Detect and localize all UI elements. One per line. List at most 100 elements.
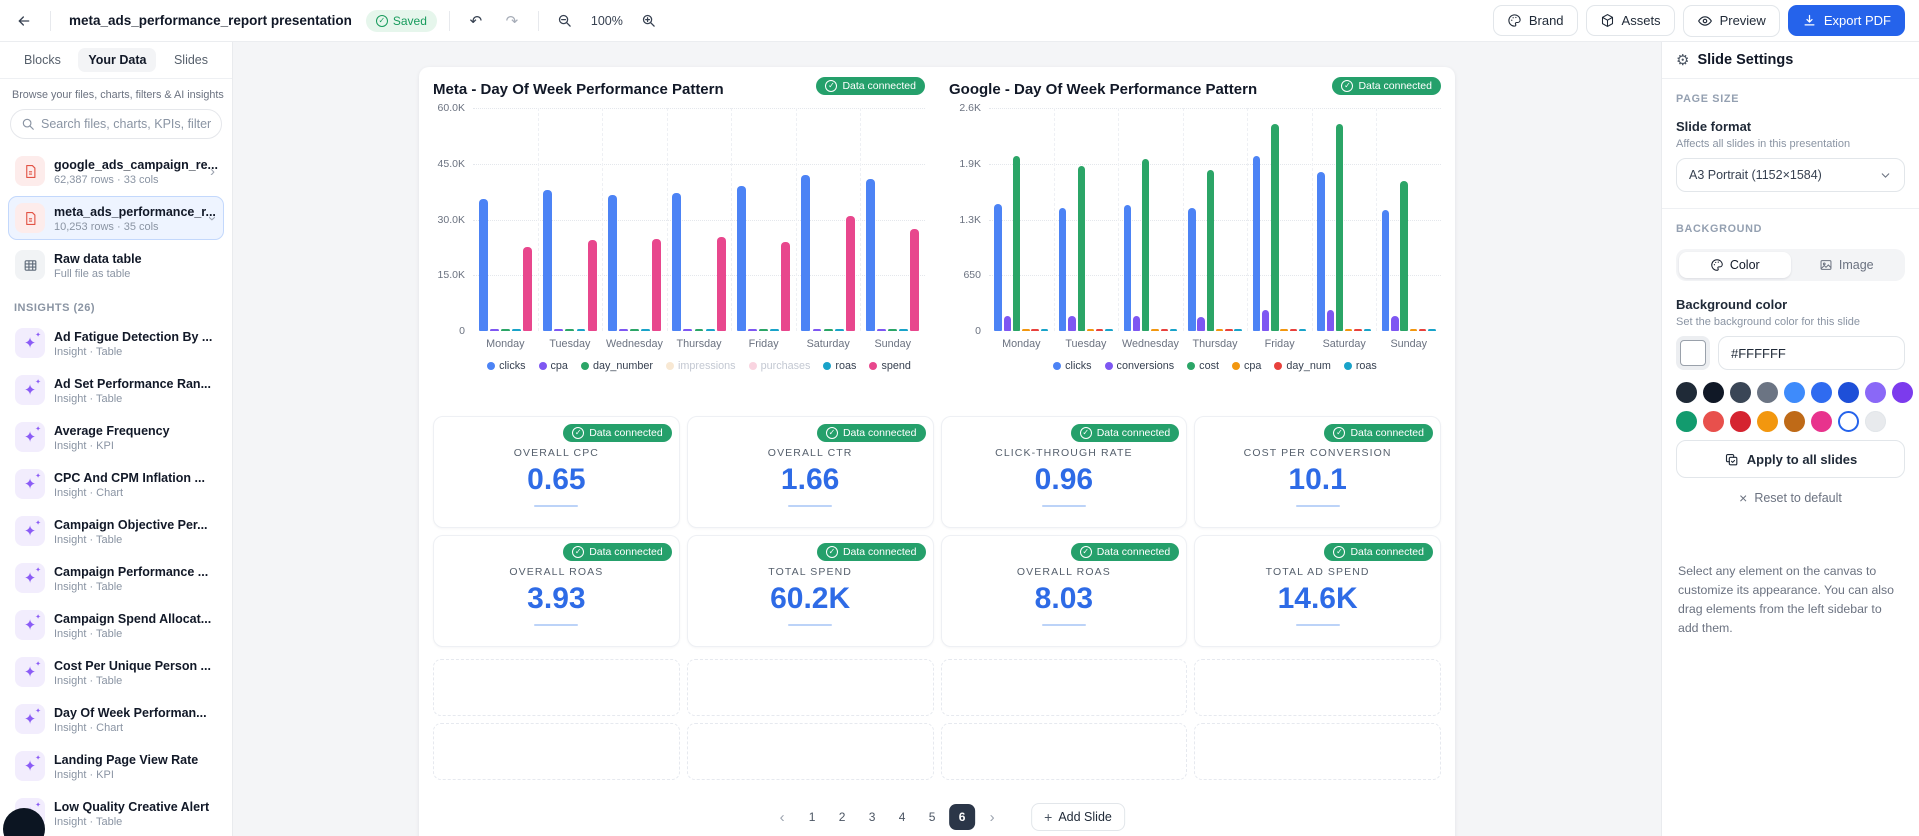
- kpi-card[interactable]: ✓ Data connected OVERALL CPC 0.65: [433, 416, 680, 528]
- bar-clicks[interactable]: [672, 193, 682, 331]
- kpi-card[interactable]: ✓ Data connected TOTAL AD SPEND 14.6K: [1194, 535, 1441, 647]
- undo-button[interactable]: ↶: [462, 7, 490, 35]
- empty-cell[interactable]: [686, 723, 934, 780]
- bar-clicks[interactable]: [607, 195, 617, 331]
- bar-conversions[interactable]: [1132, 315, 1141, 331]
- legend-item-clicks[interactable]: clicks: [1053, 360, 1092, 372]
- bar-roas[interactable]: [576, 328, 586, 331]
- apply-to-all-slides-button[interactable]: Apply to all slides: [1676, 440, 1905, 478]
- bar-conversions[interactable]: [1197, 316, 1205, 331]
- reset-to-default-link[interactable]: × Reset to default: [1676, 490, 1905, 506]
- bar-conversions[interactable]: [1326, 309, 1334, 331]
- insight-item[interactable]: ✦ ✦ Landing Page View Rate Insight · KPI: [8, 744, 224, 788]
- bar-roas[interactable]: [1040, 328, 1049, 331]
- current-color-swatch[interactable]: [1676, 336, 1710, 370]
- bar-cpa[interactable]: [748, 328, 757, 331]
- insight-item[interactable]: ✦ ✦ Ad Fatigue Detection By ... Insight · T…: [8, 321, 224, 365]
- empty-cell[interactable]: [1194, 659, 1441, 716]
- palette-color-swatch[interactable]: [1730, 411, 1751, 432]
- bar-roas[interactable]: [641, 328, 650, 331]
- bar-clicks[interactable]: [1317, 172, 1325, 331]
- legend-item-day_num[interactable]: day_num: [1274, 360, 1331, 372]
- bar-day_num[interactable]: [1354, 328, 1362, 331]
- bar-spend[interactable]: [587, 239, 597, 331]
- bar-clicks[interactable]: [866, 178, 875, 331]
- bar-day_num[interactable]: [1289, 328, 1298, 331]
- kpi-card[interactable]: ✓ Data connected OVERALL CTR 1.66: [686, 416, 934, 528]
- palette-color-swatch[interactable]: [1865, 382, 1886, 403]
- bar-day_number[interactable]: [565, 328, 575, 331]
- page-button-2[interactable]: 2: [829, 804, 855, 830]
- bar-cpa[interactable]: [1086, 328, 1095, 331]
- tab-color[interactable]: Color: [1679, 252, 1791, 278]
- tab-image[interactable]: Image: [1791, 252, 1903, 278]
- bar-day_number[interactable]: [629, 328, 639, 331]
- bar-day_number[interactable]: [759, 328, 768, 331]
- bar-cpa[interactable]: [554, 328, 564, 331]
- bar-spend[interactable]: [845, 215, 855, 331]
- add-slide-button[interactable]: + Add Slide: [1031, 803, 1125, 831]
- palette-color-swatch[interactable]: [1784, 411, 1805, 432]
- insight-item[interactable]: ✦ ✦ Campaign Spend Allocat... Insight · Tab…: [8, 603, 224, 647]
- insight-item[interactable]: ✦ ✦ Average Frequency Insight · KPI: [8, 415, 224, 459]
- bar-cpa[interactable]: [1215, 328, 1224, 331]
- insight-item[interactable]: ✦ ✦ Cost Per Unique Person ... Insight · Ta…: [8, 650, 224, 694]
- legend-item-spend[interactable]: spend: [869, 360, 911, 372]
- tab-slides[interactable]: Slides: [164, 48, 218, 72]
- bar-spend[interactable]: [716, 237, 726, 331]
- palette-color-swatch[interactable]: [1784, 382, 1805, 403]
- bar-cpa[interactable]: [1280, 328, 1288, 331]
- legend-item-impressions[interactable]: impressions: [665, 360, 736, 372]
- bar-clicks[interactable]: [1123, 204, 1131, 331]
- bar-roas[interactable]: [834, 328, 844, 331]
- legend-item-day_number[interactable]: day_number: [580, 360, 653, 372]
- bar-clicks[interactable]: [1252, 156, 1261, 331]
- empty-cell[interactable]: [686, 659, 934, 716]
- page-button-4[interactable]: 4: [889, 804, 915, 830]
- palette-color-swatch[interactable]: [1730, 382, 1751, 403]
- bar-clicks[interactable]: [1059, 207, 1067, 331]
- empty-cell[interactable]: [940, 659, 1188, 716]
- bar-clicks[interactable]: [1381, 209, 1390, 331]
- insight-item[interactable]: ✦ ✦ Day Of Week Performan... Insight · Char…: [8, 697, 224, 741]
- palette-color-swatch[interactable]: [1892, 382, 1913, 403]
- bar-cost[interactable]: [1206, 170, 1215, 331]
- bar-day_number[interactable]: [694, 328, 704, 331]
- empty-cell[interactable]: [1194, 723, 1441, 780]
- insight-item[interactable]: ✦ ✦ Campaign Objective Per... Insight · Tab…: [8, 509, 224, 553]
- bar-roas[interactable]: [1234, 328, 1242, 331]
- bar-day_num[interactable]: [1031, 328, 1039, 331]
- bar-roas[interactable]: [511, 328, 521, 331]
- zoom-out-button[interactable]: [551, 7, 579, 35]
- bar-day_num[interactable]: [1225, 328, 1233, 331]
- bar-roas[interactable]: [705, 328, 715, 331]
- insight-item[interactable]: ✦ ✦ Ad Set Performance Ran... Insight · Tab…: [8, 368, 224, 412]
- raw-data-table-item[interactable]: Raw data table Full file as table: [8, 243, 224, 287]
- bar-cpa[interactable]: [683, 328, 693, 331]
- previous-slide-button[interactable]: ‹: [769, 804, 795, 830]
- bar-conversions[interactable]: [1261, 310, 1270, 331]
- bar-day_number[interactable]: [823, 328, 833, 331]
- kpi-card[interactable]: ✓ Data connected CLICK-THROUGH RATE 0.96: [940, 416, 1188, 528]
- bar-roas[interactable]: [1363, 328, 1371, 331]
- palette-color-swatch[interactable]: [1838, 411, 1859, 432]
- preview-button[interactable]: Preview: [1682, 4, 1780, 37]
- bar-day_num[interactable]: [1096, 328, 1104, 331]
- legend-item-cpa[interactable]: cpa: [1231, 360, 1261, 372]
- palette-color-swatch[interactable]: [1811, 382, 1832, 403]
- tab-blocks[interactable]: Blocks: [14, 48, 71, 72]
- chevron-right-icon[interactable]: ›: [208, 163, 217, 180]
- bar-roas[interactable]: [899, 328, 909, 331]
- kpi-card[interactable]: ✓ Data connected OVERALL ROAS 8.03: [940, 535, 1188, 647]
- bar-cpa[interactable]: [618, 328, 628, 331]
- bar-cpa[interactable]: [1345, 328, 1353, 331]
- palette-color-swatch[interactable]: [1676, 411, 1697, 432]
- palette-color-swatch[interactable]: [1757, 411, 1778, 432]
- palette-color-swatch[interactable]: [1838, 382, 1859, 403]
- empty-cell[interactable]: [433, 723, 680, 780]
- bar-cpa[interactable]: [1022, 328, 1030, 331]
- legend-item-roas[interactable]: roas: [823, 360, 856, 372]
- empty-cell[interactable]: [940, 723, 1188, 780]
- legend-item-purchases[interactable]: purchases: [748, 360, 810, 372]
- bar-clicks[interactable]: [478, 199, 488, 331]
